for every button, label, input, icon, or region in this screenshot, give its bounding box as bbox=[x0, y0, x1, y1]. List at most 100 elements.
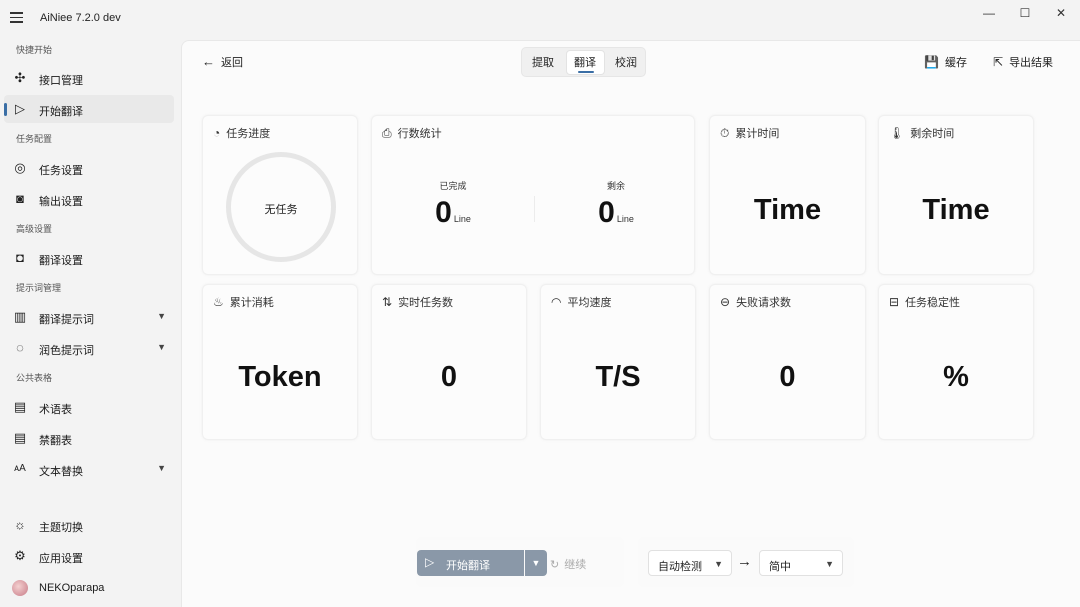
stat-value: 0 Line bbox=[393, 196, 513, 230]
stat-unit: Line bbox=[616, 214, 634, 224]
export-label: 导出结果 bbox=[1009, 57, 1054, 69]
tab-proofread[interactable]: 校润 bbox=[615, 54, 637, 70]
sidebar-item-api[interactable]: ✣ 接口管理 bbox=[4, 64, 174, 92]
sidebar-item-label: 翻译设置 bbox=[39, 255, 83, 267]
sidebar-item-polish-prompts[interactable]: ◌ 润色提示词 ▼ bbox=[4, 334, 174, 362]
card-title-text: 失败请求数 bbox=[736, 297, 792, 309]
stat-remaining: 剩余 0 Line bbox=[556, 179, 676, 230]
maximize-button[interactable]: ☐ bbox=[1013, 6, 1037, 22]
card-title: ⇅ 实时任务数 bbox=[382, 294, 453, 310]
card-title-text: 平均速度 bbox=[567, 297, 612, 309]
active-indicator bbox=[4, 103, 7, 116]
api-hub-icon: ✣ bbox=[14, 70, 26, 85]
avatar bbox=[12, 580, 28, 596]
card-title: ⎙ 行数统计 bbox=[382, 125, 442, 141]
close-button[interactable]: ✕ bbox=[1049, 6, 1073, 22]
card-task-stability: ⊟ 任务稳定性 % bbox=[878, 284, 1034, 440]
section-title-quick-start: 快捷开始 bbox=[16, 45, 53, 55]
arrows-up-down-icon: ⇅ bbox=[382, 295, 393, 309]
sidebar-item-translate-settings[interactable]: ◘ 翻译设置 bbox=[4, 244, 174, 272]
sidebar-item-label: 任务设置 bbox=[39, 165, 83, 177]
sidebar-item-no-translate[interactable]: ▤ 禁翻表 bbox=[4, 424, 174, 452]
sidebar-item-theme[interactable]: ☼ 主题切换 bbox=[4, 511, 174, 539]
start-translate-button[interactable]: ▷ 开始翻译 bbox=[417, 550, 524, 576]
sidebar-item-label: 开始翻译 bbox=[39, 106, 83, 118]
failed-value: 0 bbox=[779, 361, 796, 393]
speedometer-icon: ◠ bbox=[551, 295, 562, 309]
app-title: AiNiee 7.2.0 dev bbox=[40, 12, 121, 24]
chevron-down-icon[interactable]: ▼ bbox=[157, 342, 166, 352]
tab-translate[interactable]: 翻译 bbox=[574, 54, 596, 70]
start-label: 开始翻译 bbox=[446, 560, 490, 572]
sidebar: 快捷开始 ✣ 接口管理 ▷ 开始翻译 任务配置 ◎ 任务设置 ◙ 输出设置 高级… bbox=[0, 36, 180, 607]
card-remaining-time: 🌡 剩余时间 Time bbox=[878, 115, 1034, 275]
active-tab-indicator bbox=[578, 71, 594, 73]
section-title-task-config: 任务配置 bbox=[16, 134, 53, 144]
back-button[interactable]: ← 返回 bbox=[202, 54, 243, 70]
save-cache-button[interactable]: 💾 缓存 bbox=[924, 54, 967, 70]
save-icon: 💾 bbox=[924, 55, 939, 69]
chevron-down-icon: ▼ bbox=[825, 559, 834, 569]
sidebar-item-task-settings[interactable]: ◎ 任务设置 bbox=[4, 154, 174, 182]
hamburger-menu-icon[interactable] bbox=[10, 10, 28, 26]
token-value: Token bbox=[238, 361, 322, 393]
sidebar-item-translate-prompts[interactable]: ▥ 翻译提示词 ▼ bbox=[4, 303, 174, 331]
card-title-text: 累计消耗 bbox=[229, 297, 274, 309]
gear-icon: ⚙ bbox=[14, 548, 26, 563]
train-icon: ⊟ bbox=[889, 295, 900, 309]
translate-settings-icon: ◘ bbox=[16, 250, 24, 265]
sidebar-item-output-settings[interactable]: ◙ 输出设置 bbox=[4, 185, 174, 213]
section-title-tables: 公共表格 bbox=[16, 373, 53, 383]
card-realtime-tasks: ⇅ 实时任务数 0 bbox=[371, 284, 527, 440]
chevron-down-icon: ▼ bbox=[714, 559, 723, 569]
section-title-advanced: 高级设置 bbox=[16, 224, 53, 234]
progress-ring: 无任务 bbox=[226, 152, 336, 262]
play-icon: ▷ bbox=[15, 101, 25, 116]
source-language-value: 自动检测 bbox=[658, 561, 702, 573]
main-panel: ← 返回 提取 翻译 校润 💾 缓存 ⇱ 导出结果 ◔ 任务进度 无任务 ⎙ 行数统计 已… bbox=[181, 40, 1080, 607]
sidebar-item-label: 应用设置 bbox=[39, 553, 83, 565]
chevron-down-icon[interactable]: ▼ bbox=[157, 463, 166, 473]
glossary-icon: ▤ bbox=[13, 399, 27, 414]
sidebar-item-label: 翻译提示词 bbox=[39, 314, 94, 326]
card-title: 🌡 剩余时间 bbox=[889, 125, 954, 141]
card-title-text: 累计时间 bbox=[735, 128, 780, 140]
source-language-select[interactable]: 自动检测 ▼ bbox=[648, 550, 732, 576]
arrow-right-icon: → bbox=[737, 553, 752, 570]
text-replace-icon: ᴀA bbox=[14, 463, 26, 474]
continue-button[interactable]: ↻ 继续 bbox=[550, 556, 586, 572]
card-title-text: 任务稳定性 bbox=[905, 297, 961, 309]
sidebar-item-text-replace[interactable]: ᴀA 文本替换 ▼ bbox=[4, 455, 174, 483]
chevron-down-icon[interactable]: ▼ bbox=[157, 311, 166, 321]
stat-number: 0 bbox=[435, 196, 452, 229]
start-dropdown-button[interactable]: ▼ bbox=[525, 550, 547, 576]
stability-value: % bbox=[943, 361, 969, 393]
sidebar-item-label: 接口管理 bbox=[39, 75, 83, 87]
minimize-button[interactable]: — bbox=[977, 6, 1001, 22]
stat-label: 已完成 bbox=[439, 181, 467, 191]
elapsed-value: Time bbox=[753, 194, 822, 226]
minus-circle-icon: ⊖ bbox=[720, 295, 731, 309]
stat-unit: Line bbox=[453, 214, 471, 224]
sidebar-item-glossary[interactable]: ▤ 术语表 bbox=[4, 393, 174, 421]
export-button[interactable]: ⇱ 导出结果 bbox=[993, 54, 1053, 70]
card-title: ♨ 累计消耗 bbox=[213, 294, 274, 310]
task-settings-icon: ◎ bbox=[14, 160, 26, 175]
mode-tabs: 提取 翻译 校润 bbox=[521, 47, 646, 77]
sidebar-item-profile[interactable]: NEKOparapa bbox=[4, 574, 174, 602]
sidebar-item-label: 主题切换 bbox=[39, 522, 83, 534]
card-title: ⏱ 累计时间 bbox=[720, 125, 779, 141]
library-icon: ▥ bbox=[13, 309, 27, 324]
arrow-left-icon: ← bbox=[202, 54, 215, 69]
target-language-select[interactable]: 简中 ▼ bbox=[759, 550, 843, 576]
polish-icon: ◌ bbox=[16, 340, 24, 355]
back-label: 返回 bbox=[221, 57, 243, 69]
ring-label: 无任务 bbox=[264, 204, 298, 216]
card-token-usage: ♨ 累计消耗 Token bbox=[202, 284, 358, 440]
flame-icon: ♨ bbox=[213, 295, 224, 309]
sidebar-item-app-settings[interactable]: ⚙ 应用设置 bbox=[4, 542, 174, 570]
refresh-icon: ↻ bbox=[550, 559, 560, 571]
tab-extract[interactable]: 提取 bbox=[532, 54, 554, 70]
remaining-value: Time bbox=[922, 194, 990, 226]
sidebar-item-start-translate[interactable]: ▷ 开始翻译 bbox=[4, 95, 174, 123]
